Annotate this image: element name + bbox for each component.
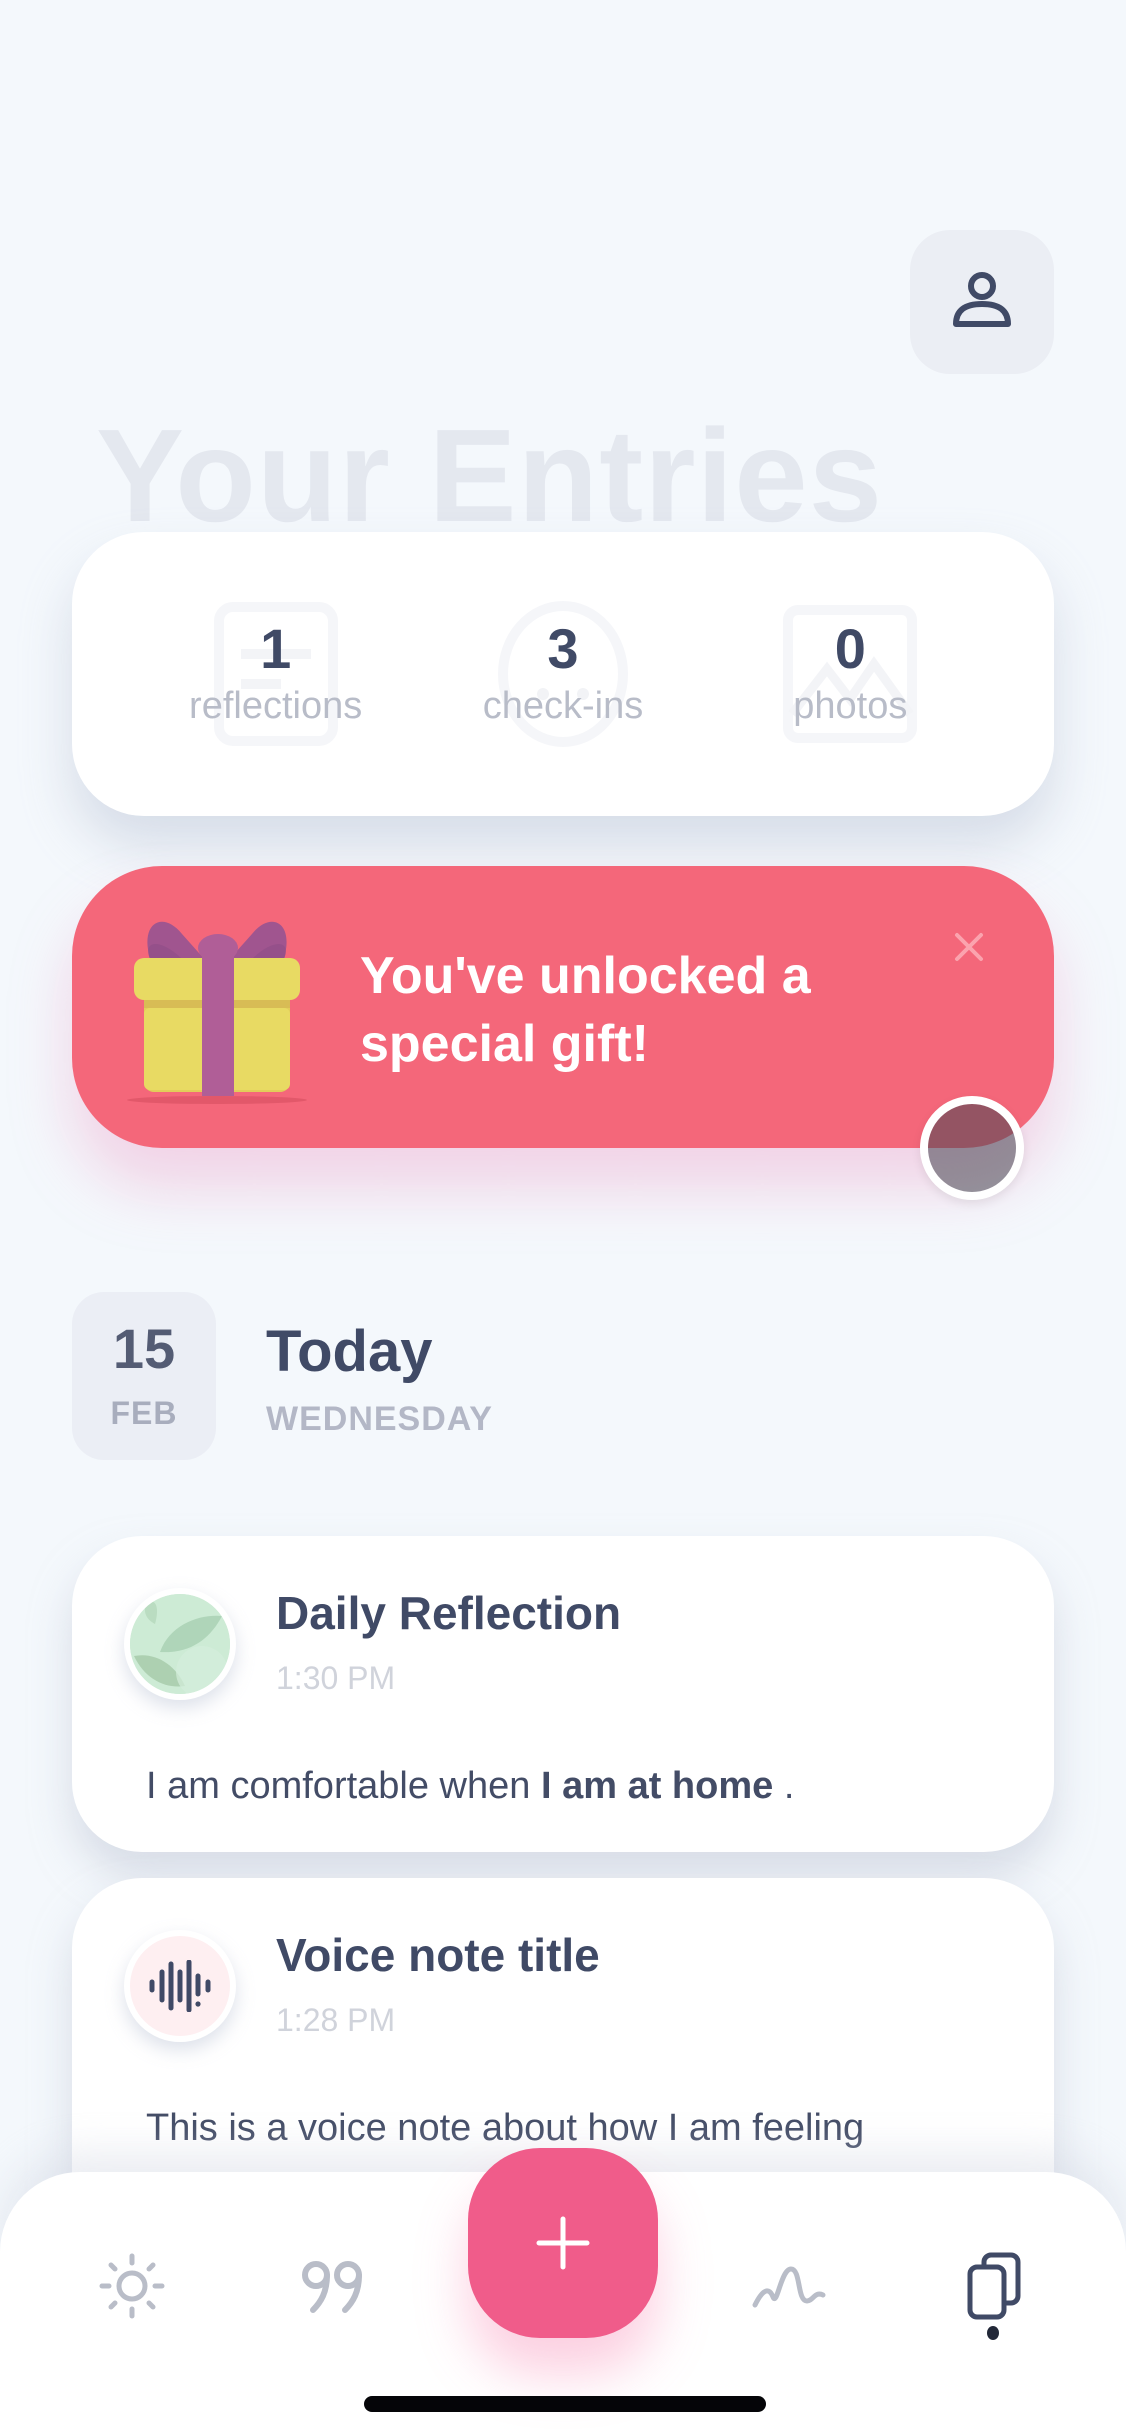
assistive-touch-indicator[interactable] — [920, 1096, 1024, 1200]
entry-title: Voice note title — [276, 1929, 600, 1981]
entry-body-suffix: . — [773, 1765, 795, 1807]
nav-quotes[interactable] — [284, 2236, 384, 2336]
stat-reflections[interactable]: 1 reflections — [156, 594, 396, 754]
check-ins-label: check-ins — [482, 684, 644, 727]
reflections-count: 1 — [260, 616, 292, 680]
reflections-label: reflections — [189, 684, 363, 727]
home-indicator[interactable] — [364, 2396, 766, 2412]
nav-today[interactable] — [82, 2236, 182, 2336]
entry-avatar — [124, 1588, 236, 1700]
wave-icon — [752, 2266, 826, 2308]
stat-check-ins[interactable]: 3 check-ins — [443, 594, 683, 754]
photos-count: 0 — [834, 616, 866, 680]
user-icon — [953, 272, 1011, 327]
entry-body-prefix: I am comfortable when — [146, 1765, 541, 1807]
profile-button[interactable] — [910, 230, 1054, 374]
entry-time: 1:30 PM — [276, 1660, 396, 1696]
entry-time: 1:28 PM — [276, 2002, 396, 2038]
gift-message: You've unlocked a special gift! — [360, 942, 880, 1078]
gift-message-line2: special gift! — [360, 1015, 649, 1073]
entry-body: I am comfortable when I am at home . — [146, 1754, 994, 1818]
quote-icon — [302, 2261, 362, 2313]
soundwave-icon — [149, 1960, 211, 2012]
gift-icon — [127, 921, 307, 1104]
date-title: Today — [266, 1319, 433, 1384]
plus-icon — [536, 2216, 590, 2270]
leaf-icon — [130, 1594, 230, 1694]
date-badge: 15 FEB — [72, 1292, 216, 1460]
entry-title: Daily Reflection — [276, 1587, 622, 1639]
active-tab-indicator — [987, 2326, 999, 2340]
entry-avatar — [124, 1930, 236, 2042]
entry-body-highlight: I am at home — [540, 1765, 774, 1807]
stats-card: 1 reflections 3 check-ins 0 photos — [72, 532, 1054, 816]
sun-icon — [99, 2253, 165, 2319]
close-gift-button[interactable] — [944, 922, 994, 972]
close-icon — [955, 933, 983, 961]
check-ins-count: 3 — [547, 616, 579, 680]
nav-entries[interactable] — [944, 2236, 1044, 2336]
nav-insights[interactable] — [740, 2236, 840, 2336]
date-weekday: WEDNESDAY — [266, 1400, 493, 1438]
photos-label: photos — [793, 684, 908, 727]
page-title: Your Entries — [96, 402, 884, 549]
date-month: FEB — [110, 1394, 178, 1431]
gift-banner[interactable]: You've unlocked a special gift! — [72, 866, 1054, 1148]
entry-card-daily-reflection[interactable]: Daily Reflection 1:30 PM I am comfortabl… — [72, 1536, 1054, 1852]
gift-message-line1: You've unlocked a — [360, 947, 811, 1005]
copy-icon — [967, 2252, 1021, 2320]
date-day: 15 — [112, 1316, 176, 1380]
add-entry-button[interactable] — [468, 2148, 658, 2338]
stat-photos[interactable]: 0 photos — [730, 594, 970, 754]
